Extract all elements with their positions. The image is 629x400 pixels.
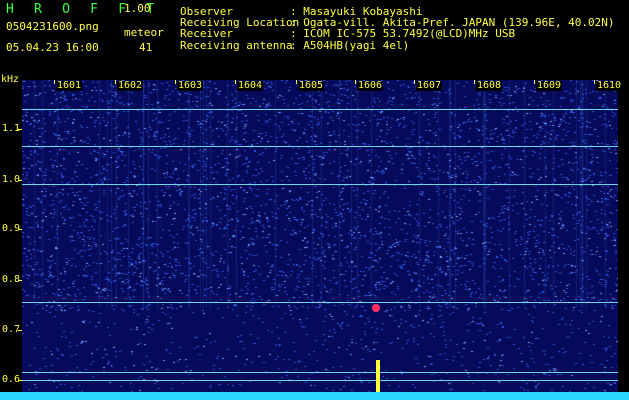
meteor-count: 41: [139, 41, 153, 54]
antenna-value: : A504HB(yagi 4el): [290, 39, 410, 52]
x-tick-mark: [594, 80, 595, 84]
x-tick-mark: [235, 80, 236, 84]
x-tick-label: 1607: [416, 80, 443, 91]
frequency-line: [22, 372, 618, 373]
x-tick-label: 1604: [237, 80, 264, 91]
frequency-line: [22, 302, 618, 303]
baseline-band: [0, 392, 629, 400]
receiver-label: Receiver: [180, 27, 233, 40]
y-tick-mark: [18, 330, 22, 331]
y-axis-unit: kHz: [1, 74, 20, 85]
antenna-label: Receiving antenna: [180, 39, 293, 52]
x-tick-label: 1601: [56, 80, 83, 91]
y-tick-mark: [18, 180, 22, 181]
app-version: 1.00: [124, 2, 151, 15]
x-tick-label: 1609: [536, 80, 563, 91]
x-tick-label: 1606: [357, 80, 384, 91]
frequency-line: [22, 380, 618, 381]
x-tick-mark: [54, 80, 55, 84]
spectrogram-plot: [22, 80, 618, 398]
frequency-line: [22, 146, 618, 147]
receiver-value: : ICOM IC-575 53.7492(@LCD)MHz USB: [290, 27, 516, 40]
x-tick-label: 1605: [298, 80, 325, 91]
capture-datetime: 05.04.23 16:00: [6, 41, 99, 54]
x-tick-mark: [534, 80, 535, 84]
frequency-line: [22, 109, 618, 110]
x-tick-mark: [414, 80, 415, 84]
x-tick-mark: [296, 80, 297, 84]
x-tick-mark: [175, 80, 176, 84]
meteor-label: meteor: [124, 26, 164, 39]
header-panel: H R O F F T 1.00 0504231600.png 05.04.23…: [0, 0, 629, 78]
x-tick-label: 1602: [117, 80, 144, 91]
meteor-echo-head: [372, 304, 380, 312]
y-tick-mark: [18, 380, 22, 381]
x-tick-mark: [115, 80, 116, 84]
x-tick-mark: [355, 80, 356, 84]
x-tick-label: 1608: [476, 80, 503, 91]
y-tick-mark: [18, 229, 22, 230]
x-tick-label: 1610: [596, 80, 623, 91]
spectrogram-noise: [22, 80, 618, 398]
y-tick-mark: [18, 280, 22, 281]
frequency-line: [22, 184, 618, 185]
x-tick-label: 1603: [177, 80, 204, 91]
file-name: 0504231600.png: [6, 20, 99, 33]
y-tick-mark: [18, 129, 22, 130]
x-tick-mark: [474, 80, 475, 84]
